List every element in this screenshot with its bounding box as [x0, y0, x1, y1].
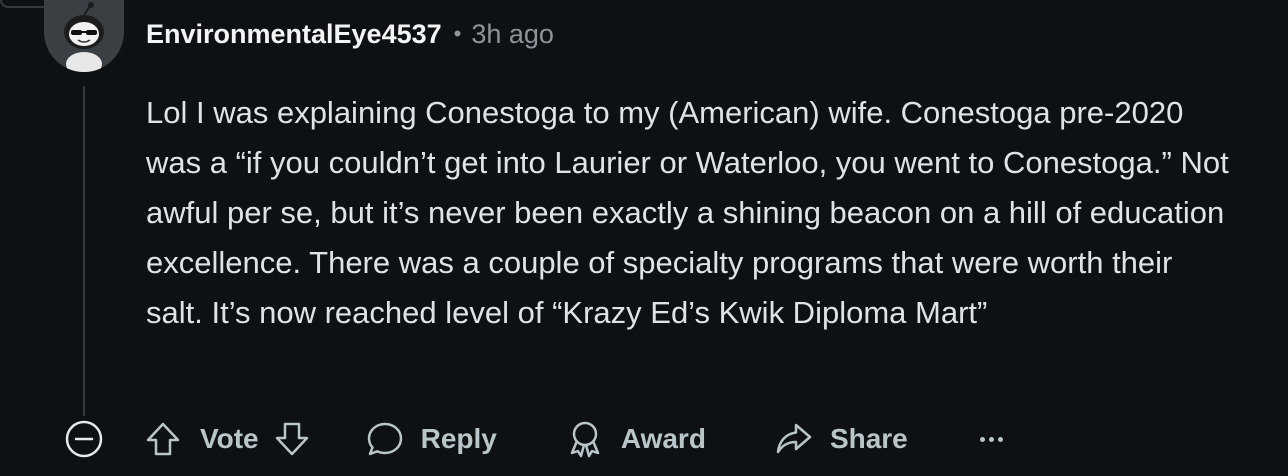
share-arrow-icon — [774, 419, 814, 459]
vote-label: Vote — [200, 423, 259, 454]
award-ribbon-icon — [565, 419, 605, 459]
snoo-avatar-icon — [44, 0, 124, 72]
reply-label: Reply — [420, 423, 497, 454]
minus-circle-icon[interactable] — [62, 417, 106, 461]
reply-button[interactable]: Reply — [365, 419, 497, 459]
avatar[interactable] — [44, 0, 124, 72]
more-dots-icon[interactable] — [979, 436, 1007, 442]
username[interactable]: EnvironmentalEye4537 — [146, 19, 442, 50]
timestamp[interactable]: 3h ago — [471, 19, 554, 50]
thread-connector-line — [0, 0, 46, 8]
arrow-up-icon[interactable] — [144, 420, 182, 458]
thread-line[interactable] — [83, 86, 85, 416]
share-button[interactable]: Share — [774, 419, 908, 459]
award-button[interactable]: Award — [565, 419, 706, 459]
vote-group: Vote — [144, 420, 311, 458]
separator-dot: • — [453, 21, 462, 46]
comment-text: Lol I was explaining Conestoga to my (Am… — [146, 95, 1229, 330]
arrow-down-icon[interactable] — [273, 420, 311, 458]
award-label: Award — [620, 423, 706, 454]
comment-body: Lol I was explaining Conestoga to my (Am… — [146, 88, 1236, 338]
share-label: Share — [829, 423, 908, 454]
comment-header: EnvironmentalEye4537 • 3h ago — [146, 16, 554, 52]
comment-bubble-icon — [365, 419, 405, 459]
comment-action-bar: Vote Reply Award Share — [62, 414, 1007, 464]
